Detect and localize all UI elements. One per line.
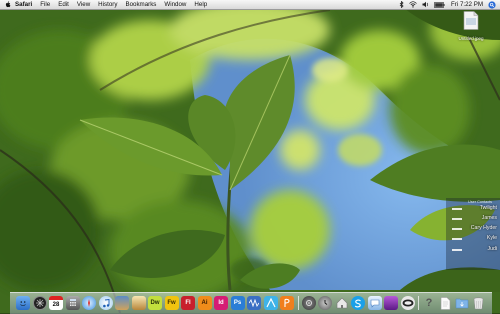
iphoto-icon[interactable] xyxy=(115,296,129,310)
apple-logo-icon[interactable] xyxy=(5,1,11,8)
fireworks-icon[interactable]: Fw xyxy=(164,296,179,310)
pages-icon[interactable] xyxy=(280,296,294,310)
desktop-file[interactable]: Untitled.jpeg xyxy=(451,11,491,41)
flash-icon[interactable]: Fl xyxy=(181,296,195,310)
downloads-folder-icon[interactable] xyxy=(455,296,469,310)
menu-clock[interactable]: Fri 7:22 PM xyxy=(451,0,483,9)
documents-stack-icon[interactable] xyxy=(439,296,453,310)
wifi-icon[interactable] xyxy=(409,1,417,8)
calculator-icon[interactable] xyxy=(65,296,80,310)
widget-entry[interactable]: James xyxy=(482,215,497,221)
dreamweaver-icon[interactable]: Dw xyxy=(148,296,162,310)
spotlight-search-icon[interactable] xyxy=(488,0,496,9)
widget-entry[interactable]: Cary Hyder xyxy=(471,225,497,231)
menu-help[interactable]: Help xyxy=(194,0,207,9)
widget-entry[interactable]: Judi xyxy=(487,246,497,252)
desktop-wallpaper xyxy=(0,0,500,313)
widget-entry[interactable]: Twilight xyxy=(480,205,497,211)
purple-app-icon[interactable] xyxy=(384,296,398,310)
menu-edit[interactable]: Edit xyxy=(58,0,69,9)
soundbooth-icon[interactable] xyxy=(247,296,261,310)
itunes-icon[interactable] xyxy=(98,296,113,310)
preview-icon[interactable] xyxy=(131,296,146,310)
messenger-icon[interactable] xyxy=(400,296,415,310)
widget-title: User Contacts xyxy=(468,200,493,204)
finder-icon[interactable] xyxy=(16,296,30,310)
dock-separator xyxy=(418,296,419,310)
menu-file[interactable]: File xyxy=(40,0,50,9)
menu-view[interactable]: View xyxy=(77,0,90,9)
trash-icon[interactable] xyxy=(472,296,486,310)
help-icon[interactable]: ? xyxy=(422,296,436,310)
skype-icon[interactable] xyxy=(351,296,365,310)
widget-bar xyxy=(452,218,462,220)
home-folder-icon[interactable] xyxy=(335,296,349,310)
menu-history[interactable]: History xyxy=(98,0,117,9)
menu-bar: Safari File Edit View History Bookmarks … xyxy=(0,0,500,10)
illustrator-icon[interactable]: Ai xyxy=(197,296,212,310)
image-document-icon xyxy=(463,11,479,30)
photoshop-icon[interactable]: Ps xyxy=(230,296,245,310)
desktop-file-label: Untitled.jpeg xyxy=(458,36,484,41)
widget-bar xyxy=(452,228,462,230)
menu-app-name[interactable]: Safari xyxy=(15,0,32,9)
bluetooth-icon[interactable] xyxy=(399,1,404,8)
widget-bar xyxy=(452,249,462,251)
time-machine-icon[interactable] xyxy=(318,296,332,310)
indesign-icon[interactable]: Id xyxy=(214,296,228,310)
ical-icon[interactable]: 28 xyxy=(49,296,63,310)
menu-window[interactable]: Window xyxy=(164,0,186,9)
menu-extras: Fri 7:22 PM xyxy=(394,0,496,9)
fetch-icon[interactable] xyxy=(263,296,278,310)
safari-icon[interactable] xyxy=(82,296,96,310)
dock: 28 Dw Fw Fl Ai Id Ps ? xyxy=(16,292,488,310)
contacts-widget[interactable]: User Contacts Twilight James Cary Hyder … xyxy=(446,198,500,270)
battery-icon[interactable] xyxy=(434,1,445,8)
ichat-icon[interactable] xyxy=(367,296,382,310)
widget-bar xyxy=(452,208,462,210)
widget-entry[interactable]: Kyle xyxy=(487,235,497,241)
dock-separator xyxy=(297,296,299,310)
dashboard-icon[interactable] xyxy=(32,296,47,310)
volume-icon[interactable] xyxy=(422,1,429,8)
system-preferences-icon[interactable] xyxy=(301,296,316,310)
widget-bar xyxy=(452,238,462,240)
menu-bookmarks[interactable]: Bookmarks xyxy=(125,0,156,9)
